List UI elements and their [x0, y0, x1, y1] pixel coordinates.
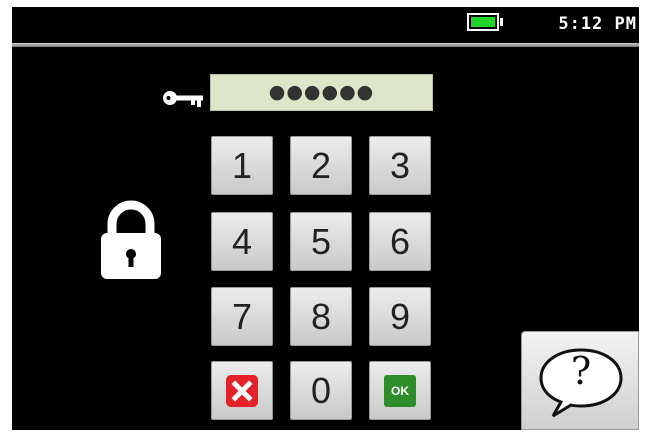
keypad-key-8[interactable]: 8 [290, 287, 352, 346]
clock-time: 5:12 PM [558, 14, 637, 34]
ok-label: OK [384, 374, 416, 407]
pin-lock-screen: 5:12 PM ●●●●●● 1 2 3 4 5 6 7 8 9 0 OK ? [12, 7, 639, 430]
keypad-key-3[interactable]: 3 [369, 136, 431, 195]
pin-input[interactable]: ●●●●●● [210, 74, 433, 111]
keypad-key-7[interactable]: 7 [211, 287, 273, 346]
help-button[interactable]: ? [521, 331, 639, 430]
battery-level-fill [471, 17, 495, 27]
status-bar-divider [12, 43, 639, 47]
keypad-key-1[interactable]: 1 [211, 136, 273, 195]
status-bar: 5:12 PM [12, 7, 639, 43]
help-question-mark: ? [570, 349, 592, 393]
battery-tip [500, 18, 503, 26]
keypad-key-9[interactable]: 9 [369, 287, 431, 346]
battery-icon [467, 13, 499, 31]
keypad-key-5[interactable]: 5 [290, 212, 352, 271]
keypad-key-4[interactable]: 4 [211, 212, 273, 271]
lock-icon [101, 200, 161, 279]
ok-button[interactable]: OK [369, 361, 431, 420]
key-icon [163, 91, 203, 107]
keypad-key-6[interactable]: 6 [369, 212, 431, 271]
pin-masked-value: ●●●●●● [268, 81, 375, 103]
keypad-key-2[interactable]: 2 [290, 136, 352, 195]
delete-button[interactable] [211, 361, 273, 420]
delete-icon [226, 374, 258, 407]
keypad-key-0[interactable]: 0 [290, 361, 352, 420]
